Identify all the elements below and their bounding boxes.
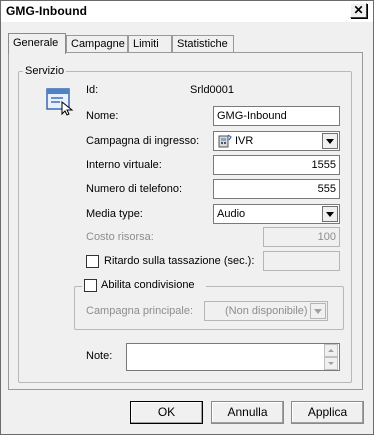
campagna-value: IVR bbox=[235, 135, 254, 147]
campagna-select[interactable]: IVR bbox=[213, 131, 340, 151]
tab-label: Limiti bbox=[133, 38, 159, 50]
nome-input[interactable]: GMG-Inbound bbox=[213, 106, 340, 126]
service-window-icon bbox=[46, 88, 74, 116]
ok-button[interactable]: OK bbox=[130, 401, 203, 424]
scroll-up-icon[interactable] bbox=[324, 344, 338, 357]
campagna-principale-label: Campagna principale: bbox=[86, 305, 194, 317]
interno-label: Interno virtuale: bbox=[86, 159, 162, 171]
tab-label: Statistiche bbox=[177, 38, 228, 50]
nome-value: GMG-Inbound bbox=[217, 110, 287, 122]
condivisione-label: Abilita condivisione bbox=[101, 279, 195, 291]
title-bar[interactable]: GMG-Inbound ✕ bbox=[1, 1, 373, 22]
campagna-label: Campagna di ingresso: bbox=[86, 135, 200, 147]
annulla-button[interactable]: Annulla bbox=[211, 401, 284, 424]
servizio-legend: Servizio bbox=[23, 65, 67, 77]
media-value: Audio bbox=[217, 208, 246, 220]
ritardo-checkbox[interactable] bbox=[86, 255, 99, 268]
condivisione-checkbox[interactable] bbox=[84, 279, 97, 292]
id-value: Srld0001 bbox=[190, 84, 235, 96]
media-label: Media type: bbox=[86, 208, 143, 220]
close-icon: ✕ bbox=[353, 3, 364, 17]
tab-label: Generale bbox=[13, 37, 59, 49]
costo-value: 100 bbox=[317, 231, 336, 243]
condivisione-legend: Abilita condivisione bbox=[82, 279, 206, 293]
note-label: Note: bbox=[86, 350, 113, 362]
tab-label: Campagne bbox=[71, 38, 125, 50]
applica-button[interactable]: Applica bbox=[291, 401, 364, 424]
tab-panel-generale: Servizio Id: Srld0001 Nome: GMG-Inbound … bbox=[8, 52, 363, 390]
tab-statistiche[interactable]: Statistiche bbox=[172, 35, 234, 52]
chevron-down-icon bbox=[310, 303, 326, 319]
campagna-principale-value: (Non disponibile) bbox=[225, 305, 308, 317]
campagna-principale-select: (Non disponibile) bbox=[204, 301, 328, 321]
note-textarea[interactable] bbox=[126, 343, 340, 371]
nome-label: Nome: bbox=[86, 110, 119, 122]
numero-input[interactable]: 555 bbox=[213, 179, 340, 199]
ivr-phone-icon bbox=[218, 134, 232, 148]
scroll-down-icon[interactable] bbox=[324, 357, 338, 370]
chevron-down-icon[interactable] bbox=[322, 133, 338, 149]
interno-input[interactable]: 1555 bbox=[213, 155, 340, 175]
tab-generale[interactable]: Generale bbox=[8, 33, 66, 54]
costo-input: 100 bbox=[263, 227, 340, 247]
chevron-down-icon[interactable] bbox=[322, 206, 338, 222]
interno-value: 1555 bbox=[311, 159, 336, 171]
tab-campagne[interactable]: Campagne bbox=[66, 35, 128, 52]
id-label: Id: bbox=[86, 84, 99, 96]
dialog-window: GMG-Inbound ✕ Generale Campagne Limiti S… bbox=[0, 0, 374, 435]
costo-label: Costo risorsa: bbox=[86, 231, 154, 243]
window-title: GMG-Inbound bbox=[6, 4, 88, 18]
close-button[interactable]: ✕ bbox=[350, 3, 367, 18]
media-select[interactable]: Audio bbox=[213, 204, 340, 224]
numero-label: Numero di telefono: bbox=[86, 183, 182, 195]
tab-limiti[interactable]: Limiti bbox=[128, 35, 172, 52]
ritardo-label: Ritardo sulla tassazione (sec.): bbox=[104, 255, 255, 267]
ritardo-input bbox=[263, 251, 340, 271]
numero-value: 555 bbox=[317, 183, 336, 195]
